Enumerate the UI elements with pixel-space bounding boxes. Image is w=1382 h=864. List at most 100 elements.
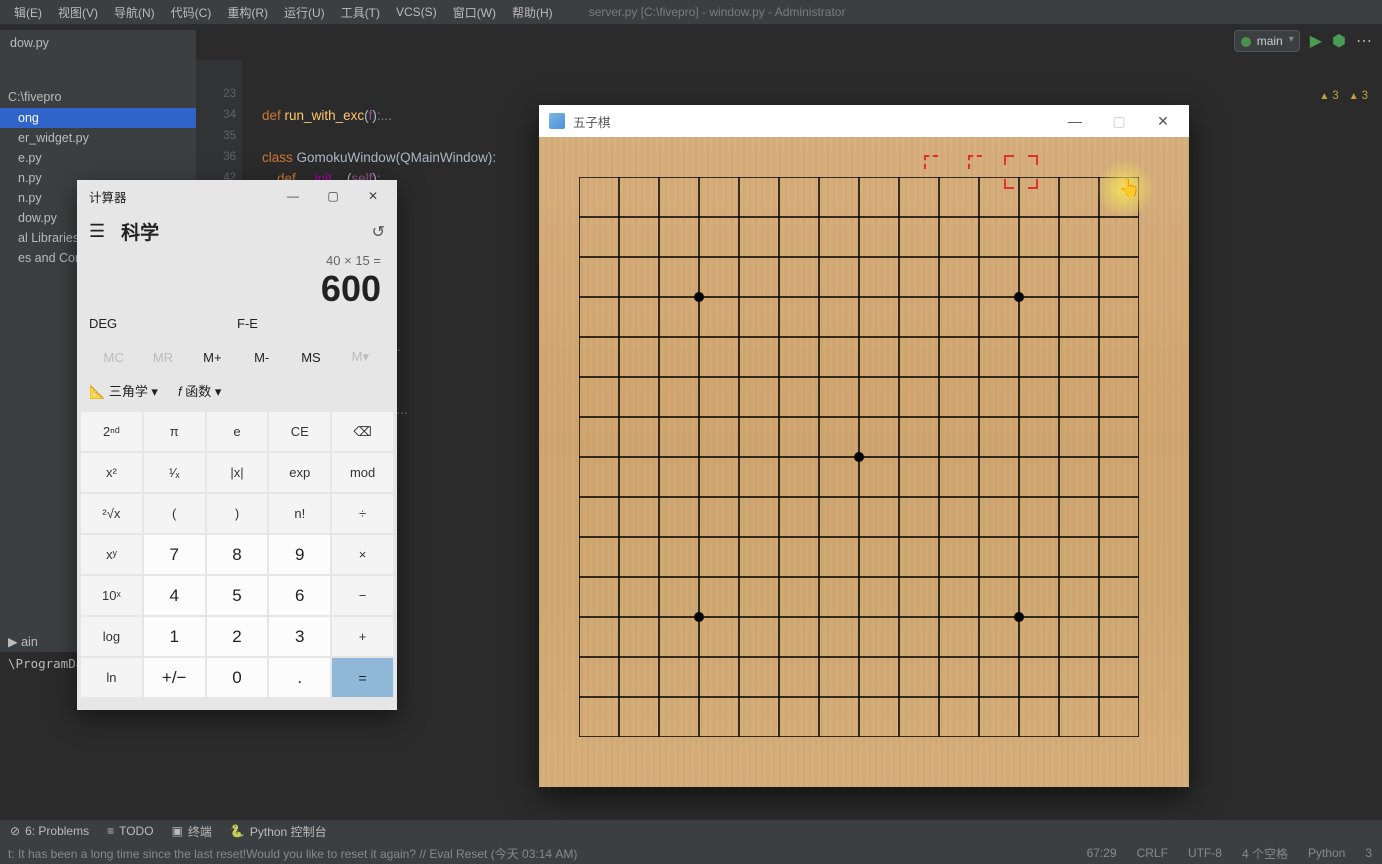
calc-key-¹⁄ₓ[interactable]: ¹⁄ₓ: [144, 453, 205, 492]
memory-row: MC MR M+ M- MS M▾: [77, 341, 397, 373]
lang[interactable]: Python: [1298, 846, 1355, 860]
indent[interactable]: 4 个空格: [1232, 845, 1298, 862]
calc-key-π[interactable]: π: [144, 412, 205, 451]
line-sep[interactable]: CRLF: [1127, 846, 1178, 860]
menu-item[interactable]: 运行(U): [276, 2, 333, 23]
more-icon[interactable]: ⋯: [1356, 31, 1372, 51]
calculator-titlebar[interactable]: 计算器 — ▢ ✕: [77, 180, 397, 212]
calculator-title: 计算器: [89, 187, 273, 206]
close-icon[interactable]: ✕: [353, 189, 393, 203]
mminus-button[interactable]: M-: [237, 350, 286, 365]
terminal-tab[interactable]: ▣ 终端: [172, 823, 212, 840]
extra[interactable]: 3: [1355, 846, 1382, 860]
calc-key-=[interactable]: =: [332, 658, 393, 697]
history-icon[interactable]: ↺: [372, 222, 385, 242]
python-console-tab[interactable]: 🐍 Python 控制台: [230, 823, 327, 840]
calc-key-0[interactable]: 0: [207, 658, 268, 697]
calc-key-9[interactable]: 9: [269, 535, 330, 574]
calc-key-|x|[interactable]: |x|: [207, 453, 268, 492]
calc-key-5[interactable]: 5: [207, 576, 268, 615]
calc-key-log[interactable]: log: [81, 617, 142, 656]
mplus-button[interactable]: M+: [188, 350, 237, 365]
run-icon[interactable]: ▶: [1310, 31, 1322, 51]
menu-item[interactable]: VCS(S): [388, 3, 445, 21]
tree-item[interactable]: er_widget.py: [0, 128, 196, 148]
project-root[interactable]: C:\fivepro: [0, 86, 196, 108]
cursor-pos[interactable]: 67:29: [1077, 846, 1127, 860]
fe-toggle[interactable]: F-E: [237, 312, 385, 335]
tree-item[interactable]: e.py: [0, 148, 196, 168]
calc-key-xʸ[interactable]: xʸ: [81, 535, 142, 574]
focus-indicator-partial: [924, 155, 982, 169]
calc-key-7[interactable]: 7: [144, 535, 205, 574]
calc-key-n![interactable]: n!: [269, 494, 330, 533]
minimize-icon[interactable]: —: [273, 189, 313, 203]
calc-key-CE[interactable]: CE: [269, 412, 330, 451]
project-tab-header[interactable]: dow.py: [0, 30, 196, 60]
calc-key-10ˣ[interactable]: 10ˣ: [81, 576, 142, 615]
tree-item[interactable]: ong: [0, 108, 196, 128]
encoding[interactable]: UTF-8: [1178, 846, 1232, 860]
calc-key-mod[interactable]: mod: [332, 453, 393, 492]
menu-item[interactable]: 工具(T): [333, 2, 388, 23]
menu-item[interactable]: 导航(N): [106, 2, 163, 23]
calc-key-+[interactable]: +: [332, 617, 393, 656]
trig-dropdown[interactable]: 📐 三角学 ▾: [89, 381, 158, 400]
calc-key-2ⁿᵈ[interactable]: 2ⁿᵈ: [81, 412, 142, 451]
calc-key-2[interactable]: 2: [207, 617, 268, 656]
ms-button[interactable]: MS: [286, 350, 335, 365]
mr-button[interactable]: MR: [138, 350, 187, 365]
hamburger-icon[interactable]: ☰: [89, 221, 105, 242]
calc-key-×[interactable]: ×: [332, 535, 393, 574]
calc-key-.[interactable]: .: [269, 658, 330, 697]
status-message[interactable]: t: It has been a long time since the las…: [0, 845, 1077, 862]
gomoku-window: 五子棋 — ▢ ✕: [539, 105, 1189, 787]
calc-key-)[interactable]: ): [207, 494, 268, 533]
calc-expression: 40 × 15 =: [93, 253, 381, 268]
close-icon[interactable]: ✕: [1141, 113, 1185, 130]
menu-item[interactable]: 窗口(W): [445, 2, 504, 23]
calc-key-⌫[interactable]: ⌫: [332, 412, 393, 451]
mc-button[interactable]: MC: [89, 350, 138, 365]
deg-toggle[interactable]: DEG: [89, 312, 237, 335]
calc-key-÷[interactable]: ÷: [332, 494, 393, 533]
func-dropdown[interactable]: f 函数 ▾: [178, 381, 221, 400]
gomoku-board[interactable]: [539, 137, 1189, 787]
line-gutter: 23 34 35 36 42: [196, 60, 242, 189]
run-config-select[interactable]: main: [1234, 30, 1300, 52]
calc-key-1[interactable]: 1: [144, 617, 205, 656]
calc-key-3[interactable]: 3: [269, 617, 330, 656]
cursor-icon: 👆: [1118, 178, 1140, 199]
maximize-icon[interactable]: ▢: [313, 189, 353, 203]
todo-tab[interactable]: ≡ TODO: [107, 824, 153, 838]
problems-tab[interactable]: ⊘ 6: Problems: [10, 824, 89, 838]
calc-key-ln[interactable]: ln: [81, 658, 142, 697]
mlist-button[interactable]: M▾: [336, 349, 385, 365]
menu-item[interactable]: 帮助(H): [504, 2, 561, 23]
calc-key-exp[interactable]: exp: [269, 453, 330, 492]
calc-key-6[interactable]: 6: [269, 576, 330, 615]
calc-key-²√x[interactable]: ²√x: [81, 494, 142, 533]
calc-key-−[interactable]: −: [332, 576, 393, 615]
calc-key-e[interactable]: e: [207, 412, 268, 451]
bottom-tool-tabs: ⊘ 6: Problems ≡ TODO ▣ 终端 🐍 Python 控制台: [0, 820, 1382, 842]
calculator-window: 计算器 — ▢ ✕ ☰ 科学 ↺ 40 × 15 = 600 DEG F-E M…: [77, 180, 397, 710]
calc-key-+/−[interactable]: +/−: [144, 658, 205, 697]
menu-item[interactable]: 重构(R): [219, 2, 276, 23]
inspection-badges[interactable]: 33: [1319, 90, 1368, 102]
calc-keypad: 2ⁿᵈπeCE⌫ x²¹⁄ₓ|x|expmod ²√x()n!÷ xʸ789× 10ˣ4…: [77, 408, 397, 701]
window-title: server.py [C:\fivepro] - window.py - Adm…: [589, 5, 846, 19]
calc-key-4[interactable]: 4: [144, 576, 205, 615]
menu-item[interactable]: 视图(V): [50, 2, 106, 23]
ide-menu-bar: 辑(E) 视图(V) 导航(N) 代码(C) 重构(R) 运行(U) 工具(T)…: [0, 0, 1382, 24]
calc-key-([interactable]: (: [144, 494, 205, 533]
minimize-icon[interactable]: —: [1053, 113, 1097, 129]
menu-item[interactable]: 代码(C): [163, 2, 220, 23]
calc-key-8[interactable]: 8: [207, 535, 268, 574]
debug-icon[interactable]: ⬢: [1332, 31, 1346, 51]
gomoku-titlebar[interactable]: 五子棋 — ▢ ✕: [539, 105, 1189, 137]
calc-key-x²[interactable]: x²: [81, 453, 142, 492]
gomoku-grid[interactable]: [579, 177, 1139, 737]
maximize-icon[interactable]: ▢: [1097, 113, 1141, 130]
menu-item[interactable]: 辑(E): [6, 2, 50, 23]
